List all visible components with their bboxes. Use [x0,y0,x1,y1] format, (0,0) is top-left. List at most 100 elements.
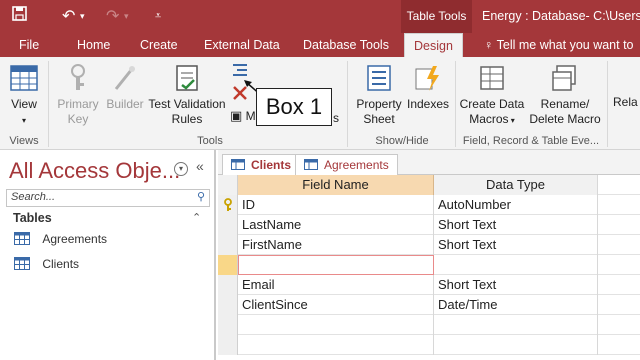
field-name-cell[interactable] [238,315,434,335]
tab-file[interactable]: File [19,33,39,57]
nav-section-tables[interactable]: Tables [13,211,52,225]
group-label-show-hide: Show/Hide [375,135,429,147]
field-name-cell[interactable] [238,335,434,355]
data-type-cell[interactable] [434,255,598,275]
property-sheet-icon [367,65,391,91]
data-type-cell[interactable] [434,315,598,335]
tell-me-box[interactable]: ♀︎ Tell me what you want to [484,33,634,57]
group-label-field-record-table-events: Field, Record & Table Eve... [462,135,600,147]
lookups-label-partial: s [333,111,339,125]
view-grid-icon [10,65,38,91]
lightning-index-icon [415,66,439,91]
nav-item-agreements[interactable]: Agreements [14,232,107,246]
tab-clients[interactable]: Clients [222,154,301,175]
table-icon [231,159,245,170]
tab-agreements-label: Agreements [324,158,389,172]
title-bar: ↶ ▾ ↷ ▾ ⩡ Table Tools Energy : Database-… [0,0,640,33]
row-selector[interactable] [218,235,238,255]
nav-pane-title[interactable]: All Access Obje... [9,158,180,184]
column-header-data-type[interactable]: Data Type [434,175,598,195]
data-macro-icon [480,66,504,90]
document-area: Clients Agreements Field Name Data Type … [218,150,640,360]
field-name-cell[interactable] [238,255,434,275]
row-selector[interactable] [218,335,238,355]
tab-agreements[interactable]: Agreements [295,154,398,175]
data-type-cell[interactable]: Short Text [434,215,598,235]
field-name-cell[interactable]: ID [238,195,434,215]
indexes-label: Indexes [407,97,450,111]
group-separator [48,61,49,147]
nav-search-placeholder: Search... [11,191,56,203]
modify-lookups-label: M [245,109,256,123]
row-selector[interactable] [218,195,238,215]
document-tabs: Clients Agreements [218,150,640,175]
group-label-tools: Tools [197,135,223,147]
builder-label: Builder [106,97,144,111]
table-row[interactable] [218,335,640,355]
table-design-grid: Field Name Data Type ID AutoNumber LastN… [218,175,640,360]
row-selector[interactable] [218,215,238,235]
nav-search-input[interactable]: Search... ⚲ [6,189,210,207]
tab-design[interactable]: Design [404,33,463,57]
property-sheet-label-2: Sheet [363,112,395,126]
field-name-cell[interactable]: FirstName [238,235,434,255]
test-validation-rules-button[interactable]: Test Validation Rules [147,63,227,127]
builder-button: Builder [103,63,147,112]
row-selector[interactable] [218,275,238,295]
table-row[interactable]: Email Short Text [218,275,640,295]
data-type-cell[interactable]: Date/Time [434,295,598,315]
relationships-button-partial[interactable]: Rela [613,95,640,110]
key-icon [71,64,85,90]
indexes-button[interactable]: Indexes [407,63,449,112]
tab-home[interactable]: Home [77,33,110,57]
search-icon[interactable]: ⚲ [197,190,205,203]
tab-external-data[interactable]: External Data [204,33,280,57]
primary-key-button: Primary Key [56,63,100,127]
create-data-macros-label-2: Macros [469,112,509,126]
nav-item-clients[interactable]: Clients [14,257,79,271]
field-name-cell[interactable]: ClientSince [238,295,434,315]
tab-database-tools[interactable]: Database Tools [303,33,389,57]
undo-icon[interactable]: ↶ [62,0,75,33]
group-separator [347,61,348,147]
tab-create[interactable]: Create [140,33,178,57]
table-icon [304,159,318,170]
field-name-cell[interactable]: Email [238,275,434,295]
navigation-pane: All Access Obje... ▾ « Search... ⚲ Table… [0,150,216,360]
row-selector[interactable] [218,315,238,335]
column-header-field-name[interactable]: Field Name [238,175,434,195]
row-selector[interactable] [218,255,238,275]
data-type-cell[interactable]: AutoNumber [434,195,598,215]
nav-menu-dropdown-icon[interactable]: ▾ [174,162,188,176]
save-icon[interactable] [12,0,27,33]
redo-icon: ↷ [106,8,120,25]
table-row[interactable]: ClientSince Date/Time [218,295,640,315]
primary-key-icon [224,198,232,211]
test-validation-label-2: Rules [171,112,203,126]
property-sheet-button[interactable]: Property Sheet [352,63,406,127]
table-row-current[interactable] [218,255,640,275]
table-row[interactable] [218,315,640,335]
data-type-cell[interactable]: Short Text [434,235,598,255]
select-all-corner[interactable] [218,175,238,195]
table-row[interactable]: LastName Short Text [218,215,640,235]
create-data-macros-button[interactable]: Create Data Macros ▾ [458,63,526,128]
data-type-cell[interactable] [434,335,598,355]
view-button[interactable]: View ▾ [6,63,42,128]
rename-delete-macro-button[interactable]: Rename/Delete Macro [528,63,602,127]
customize-qat-icon[interactable]: ⩡ [155,0,161,33]
table-row[interactable]: ID AutoNumber [218,195,640,215]
test-validation-label-1: Test Validation [148,97,226,111]
rename-delete-label-1: Rename/ [540,97,590,111]
table-icon [14,232,30,245]
tab-clients-label: Clients [251,158,292,172]
shutter-bar-collapse-icon[interactable]: « [196,158,204,174]
field-name-cell[interactable]: LastName [238,215,434,235]
view-label: View [11,97,37,111]
data-type-cell[interactable]: Short Text [434,275,598,295]
undo-dropdown-icon[interactable]: ▾ [80,0,85,33]
row-selector[interactable] [218,295,238,315]
table-row[interactable]: FirstName Short Text [218,235,640,255]
grid-header-row: Field Name Data Type [218,175,640,195]
collapse-section-icon[interactable]: ⌃ [192,211,201,224]
